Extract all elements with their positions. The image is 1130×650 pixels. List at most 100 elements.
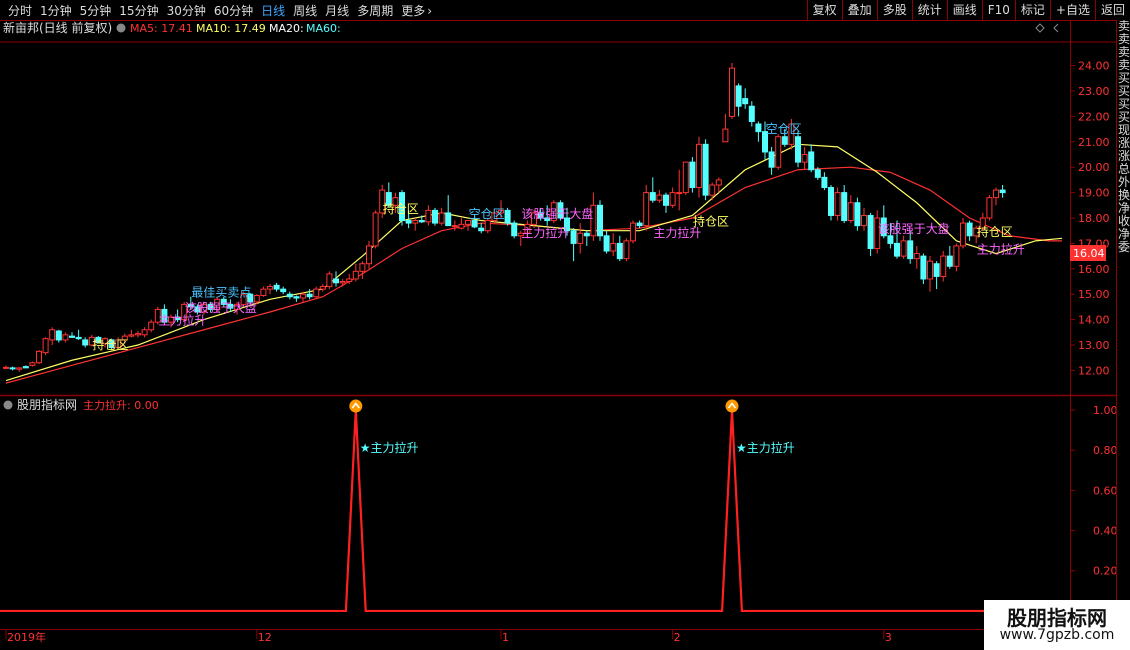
candle-body: [630, 222, 636, 242]
candle-body: [478, 227, 485, 232]
kline-chart[interactable]: 新亩邦(日线 前复权) MA5: 17.41 MA10: 17.49 MA20:…: [0, 20, 1116, 650]
candle-body: [333, 278, 339, 284]
signal-label: 持仓区: [977, 224, 1013, 239]
date-axis: 2019年 12 1 2 3: [5, 629, 892, 644]
period-tab[interactable]: 15分钟: [119, 4, 158, 18]
candle-body: [22, 366, 29, 369]
spike-label: ★主力拉升: [736, 440, 795, 455]
candle-body: [663, 194, 669, 206]
chevron-right-icon[interactable]: ›: [427, 4, 432, 18]
candle-body: [366, 245, 372, 265]
price-tick-label: 24.00: [1078, 60, 1110, 73]
toolbar-button[interactable]: +自选: [1049, 0, 1095, 20]
toolbar-button[interactable]: F10: [981, 0, 1015, 20]
settings-icon[interactable]: [116, 23, 126, 33]
candle-body: [69, 335, 75, 338]
spike-label: ★主力拉升: [360, 440, 419, 455]
side-label: 委: [1117, 240, 1130, 254]
candle-body: [3, 366, 9, 369]
candle-body: [649, 192, 656, 201]
indicator-tick-label: 0.60: [1093, 484, 1116, 497]
period-tab[interactable]: 日线: [261, 4, 285, 18]
signal-label: 持仓区: [92, 337, 128, 352]
period-tab[interactable]: 更多: [401, 4, 425, 18]
candle-body: [610, 242, 617, 252]
sub-settings-icon[interactable]: [3, 400, 13, 410]
price-tick-label: 18.00: [1078, 212, 1110, 225]
toolbar-button[interactable]: 多股: [876, 0, 912, 20]
candle-body: [953, 245, 960, 267]
toolbar-button[interactable]: 返回: [1094, 0, 1130, 20]
period-tab[interactable]: 周线: [293, 4, 317, 18]
candle-body: [359, 263, 366, 272]
chevron-left-icon[interactable]: [1053, 23, 1059, 33]
candle-body: [946, 255, 953, 267]
candle-body: [603, 235, 610, 252]
candle-body: [372, 212, 379, 247]
date-tick-label: 2: [674, 631, 681, 644]
candle-body: [300, 293, 306, 299]
candle-body: [346, 278, 353, 283]
toolbar-button[interactable]: 叠加: [841, 0, 877, 20]
candle-body: [49, 329, 56, 341]
candle-body: [834, 192, 841, 216]
ma10-label: MA10: 17.49: [196, 22, 266, 35]
toolbar-button[interactable]: 复权: [806, 0, 842, 20]
indicator-tick-label: 0.40: [1093, 525, 1116, 538]
candle-body: [735, 85, 742, 107]
indicator-tick-label: 0.20: [1093, 565, 1116, 578]
period-tab[interactable]: 1分钟: [40, 4, 72, 18]
site-watermark: 股朋指标网 www.7gpzb.com: [984, 600, 1130, 650]
current-price-text: 16.04: [1073, 247, 1105, 260]
candle-body: [999, 189, 1006, 194]
candle-body: [62, 334, 69, 341]
candle-body: [75, 336, 82, 340]
candle-body: [933, 263, 940, 277]
price-tick-label: 12.00: [1078, 364, 1110, 377]
candle-body: [795, 136, 801, 163]
candle-body: [616, 242, 623, 260]
candle-body: [135, 333, 141, 336]
candle-body: [729, 67, 735, 117]
candle-body: [887, 235, 894, 244]
candle-body: [511, 222, 518, 237]
candle-body: [286, 293, 293, 298]
candle-body: [867, 214, 874, 249]
period-tab[interactable]: 5分钟: [80, 4, 112, 18]
price-tick-label: 23.00: [1078, 85, 1110, 98]
signal-annotations: 持仓区主力拉升该股强于大盘最佳买卖点持仓区 空仓区 该股强于大盘主力拉升 主力拉升持仓…: [92, 122, 1024, 352]
candle-body: [352, 270, 359, 280]
period-tab[interactable]: 多周期: [357, 4, 393, 18]
candle-body: [775, 136, 782, 168]
candle-body: [814, 169, 821, 178]
toolbar-right-buttons: 复权 叠加 多股 统计 画线 F10 标记 +自选 返回: [806, 0, 1130, 20]
candle-body: [36, 350, 42, 364]
date-tick-label: 2019年: [7, 630, 46, 644]
candle-body: [696, 143, 702, 189]
period-tab[interactable]: 60分钟: [214, 4, 253, 18]
up-arrow-icon: [349, 399, 363, 413]
signal-label: 空仓区: [766, 122, 802, 136]
candle-body: [748, 105, 755, 122]
toolbar-button[interactable]: 标记: [1014, 0, 1050, 20]
date-tick-label: 1: [502, 631, 509, 644]
toolbar-button[interactable]: 画线: [946, 0, 982, 20]
candle-body: [960, 222, 966, 247]
signal-label: 该股强于大盘: [521, 206, 593, 221]
signal-label: 持仓区: [693, 214, 729, 229]
period-tab[interactable]: 分时: [8, 4, 32, 18]
period-tab[interactable]: 月线: [325, 4, 349, 18]
candle-body: [755, 123, 762, 133]
toolbar-button[interactable]: 统计: [911, 0, 947, 20]
candle-body: [293, 296, 300, 299]
price-tick-label: 16.00: [1078, 263, 1110, 276]
candle-body: [861, 214, 867, 227]
candle-body: [841, 192, 848, 222]
candle-body: [689, 161, 696, 189]
diamond-icon[interactable]: [1035, 23, 1045, 33]
candle-body: [438, 212, 445, 224]
signal-label: 该股强于大盘: [878, 221, 950, 236]
candle-body: [894, 242, 900, 257]
period-tab[interactable]: 30分钟: [167, 4, 206, 18]
candle-body: [854, 202, 861, 227]
